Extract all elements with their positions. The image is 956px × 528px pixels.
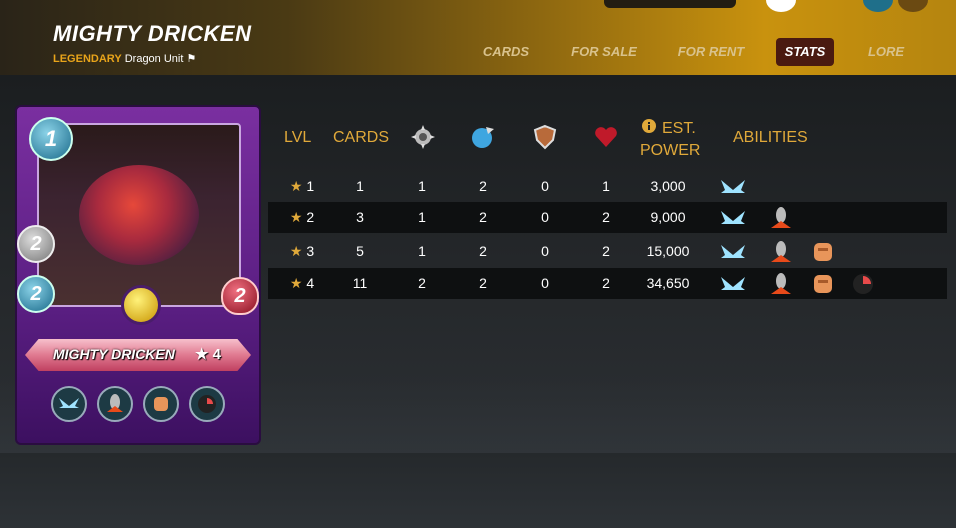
row-level: ★ 4 [289, 275, 315, 291]
row-attack: 2 [418, 275, 426, 291]
shatter-icon[interactable] [768, 272, 794, 296]
speed-value: 2 [17, 275, 55, 313]
row-attack: 1 [418, 178, 426, 194]
row-cards: 5 [356, 243, 364, 259]
card-level: ★ 4 [195, 346, 221, 363]
header-power-line2: POWER [640, 142, 701, 159]
unit-flag-icon: ⚑ [186, 53, 197, 65]
health-icon [595, 127, 617, 147]
row-health: 2 [602, 275, 610, 291]
shatter-icon[interactable] [768, 206, 794, 230]
mana-cost: 1 [29, 117, 73, 161]
tab-for-rent[interactable]: FOR RENT [672, 38, 750, 66]
row-armor: 0 [541, 209, 549, 225]
row-power: 15,000 [646, 243, 690, 259]
punch-icon[interactable] [810, 240, 836, 264]
fist-icon [143, 386, 179, 422]
table-row: ★ 4 11 2 2 0 2 34,650 [268, 268, 947, 299]
header-power-line1: EST. [662, 120, 696, 137]
wallet-icon[interactable] [863, 0, 893, 12]
table-row: ★ 1 1 1 2 0 1 3,000 [268, 171, 947, 202]
row-armor: 0 [541, 275, 549, 291]
row-attack: 1 [418, 243, 426, 259]
dark-magic-icon [189, 386, 225, 422]
row-cards: 1 [356, 178, 364, 194]
row-armor: 0 [541, 243, 549, 259]
attack-value: 2 [17, 225, 55, 263]
card-name: MIGHTY DRICKEN [53, 346, 175, 362]
rarity-label: LEGENDARY [53, 53, 122, 65]
tab-lore[interactable]: LORE [862, 38, 910, 66]
coin-icon[interactable] [898, 0, 928, 12]
shield-crack-icon [97, 386, 133, 422]
dark-icon[interactable] [850, 272, 876, 296]
row-power: 3,000 [650, 178, 686, 194]
row-level: ★ 3 [289, 243, 315, 259]
row-power: 34,650 [646, 275, 690, 291]
row-speed: 2 [479, 209, 487, 225]
row-health: 1 [602, 178, 610, 194]
punch-icon[interactable] [810, 272, 836, 296]
row-cards: 3 [356, 209, 364, 225]
gem-icon [121, 285, 161, 325]
profile-icon[interactable] [766, 0, 796, 12]
row-health: 2 [602, 243, 610, 259]
tab-stats[interactable]: STATS [776, 38, 834, 66]
row-attack: 1 [418, 209, 426, 225]
melee-attack-icon [411, 125, 435, 149]
card-subtitle: LEGENDARY Dragon Unit ⚑ [53, 52, 196, 65]
armor-icon [533, 124, 557, 150]
row-speed: 2 [479, 243, 487, 259]
page-header: MIGHTY DRICKEN LEGENDARY Dragon Unit ⚑ C… [0, 0, 956, 75]
info-icon[interactable] [641, 118, 657, 134]
row-armor: 0 [541, 178, 549, 194]
header-cards: CARDS [333, 129, 390, 146]
flying-icon[interactable] [720, 272, 746, 296]
row-level: ★ 1 [289, 178, 315, 194]
table-row: ★ 3 5 1 2 0 2 15,000 [268, 236, 947, 267]
row-speed: 2 [479, 275, 487, 291]
card-name-banner: MIGHTY DRICKEN ★ 4 [25, 339, 251, 371]
health-value: 2 [221, 277, 259, 315]
row-speed: 2 [479, 178, 487, 194]
flying-icon[interactable] [720, 240, 746, 264]
monster-card[interactable]: 1 2 2 2 MIGHTY DRICKEN ★ 4 [15, 105, 261, 445]
unit-type-label: Dragon Unit [124, 53, 184, 65]
row-health: 2 [602, 209, 610, 225]
row-level: ★ 2 [289, 209, 315, 225]
top-search-bar[interactable] [604, 0, 736, 8]
header-lvl: LVL [284, 129, 312, 146]
tab-cards[interactable]: CARDS [473, 38, 539, 66]
header-abilities: ABILITIES [733, 129, 808, 146]
row-cards: 11 [352, 275, 368, 291]
dragon-illustration [79, 165, 199, 265]
flying-icon[interactable] [720, 175, 746, 199]
page-title: MIGHTY DRICKEN [53, 21, 252, 46]
table-row: ★ 2 3 1 2 0 2 9,000 [268, 202, 947, 233]
wings-icon [51, 386, 87, 422]
speed-icon [472, 127, 494, 148]
tab-for-sale[interactable]: FOR SALE [565, 38, 643, 66]
row-power: 9,000 [650, 209, 686, 225]
flying-icon[interactable] [720, 206, 746, 230]
shatter-icon[interactable] [768, 240, 794, 264]
